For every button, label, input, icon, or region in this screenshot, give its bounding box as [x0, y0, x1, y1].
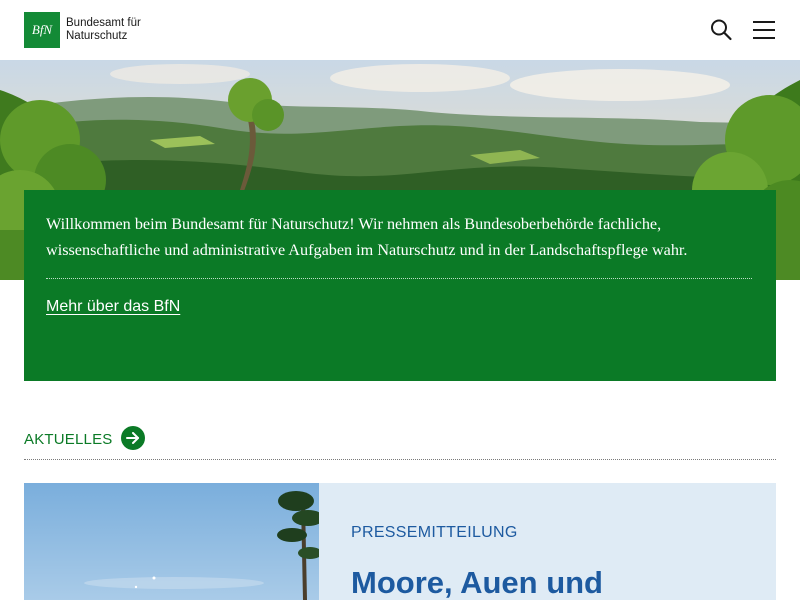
- about-bfn-link[interactable]: Mehr über das BfN: [46, 298, 180, 316]
- news-card[interactable]: PRESSEMITTEILUNG Moore, Auen und: [24, 483, 776, 600]
- news-card-title[interactable]: Moore, Auen und: [351, 565, 603, 600]
- bfn-logo-mark: BfN: [24, 12, 60, 48]
- bfn-logo-link[interactable]: BfN Bundesamt für Naturschutz: [24, 12, 141, 48]
- intro-divider: [46, 278, 752, 279]
- logo-wordmark: Bundesamt für Naturschutz: [66, 17, 141, 43]
- arrow-right-icon: [125, 432, 139, 444]
- logo-line-1: Bundesamt für: [66, 17, 141, 29]
- news-card-body: PRESSEMITTEILUNG Moore, Auen und: [319, 483, 776, 600]
- news-section-arrow-button[interactable]: [120, 426, 145, 450]
- news-section-header: AKTUELLES: [24, 426, 776, 460]
- news-section-title[interactable]: AKTUELLES: [24, 431, 113, 448]
- hamburger-menu-icon: [753, 21, 775, 39]
- logo-line-2: Naturschutz: [66, 30, 128, 42]
- intro-box: Willkommen beim Bundesamt für Naturschut…: [24, 190, 776, 381]
- search-icon: [711, 19, 732, 41]
- menu-button[interactable]: [751, 18, 777, 42]
- search-button[interactable]: [709, 18, 735, 42]
- news-card-image: [24, 483, 319, 600]
- site-header: BfN Bundesamt für Naturschutz: [0, 0, 800, 60]
- intro-text: Willkommen beim Bundesamt für Naturschut…: [46, 215, 688, 259]
- news-card-kicker: PRESSEMITTEILUNG: [351, 524, 518, 541]
